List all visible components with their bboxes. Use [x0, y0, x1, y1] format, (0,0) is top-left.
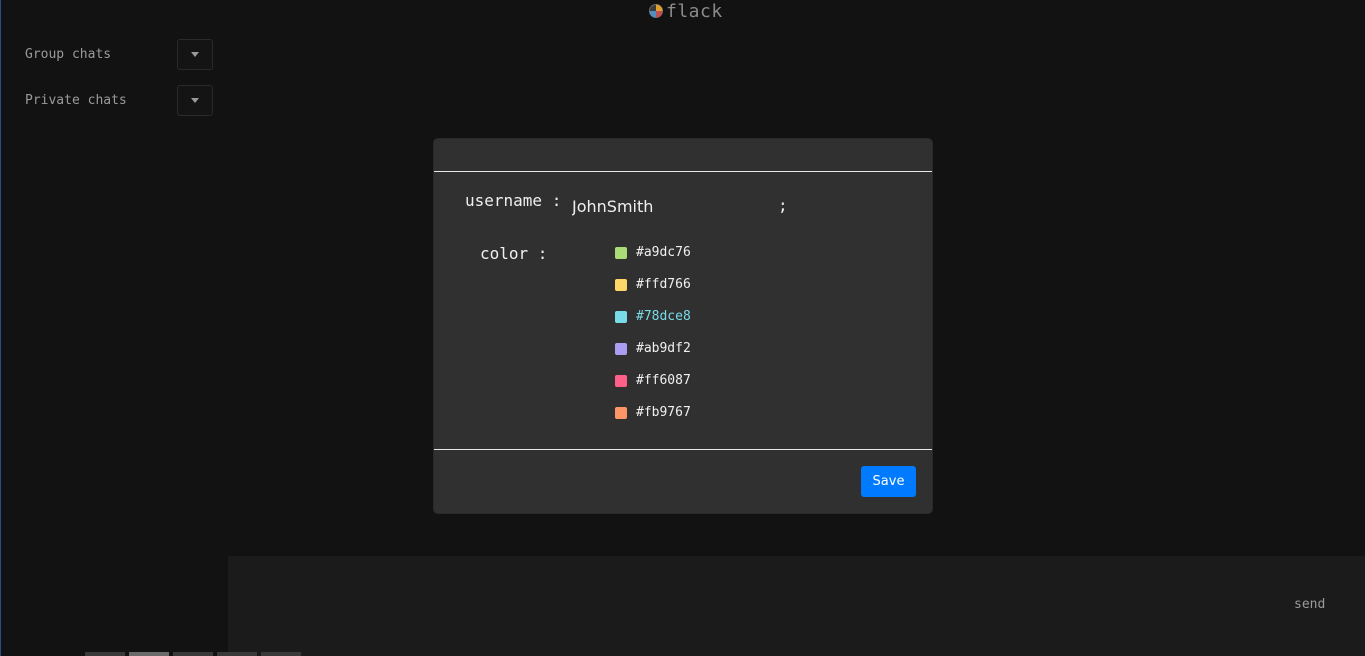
- modal-body: username : ; color : #a9dc76 #ffd766 #78…: [434, 172, 932, 450]
- color-name: #ab9df2: [636, 341, 691, 356]
- color-name: #ff6087: [636, 373, 691, 388]
- bottom-tab[interactable]: [217, 652, 257, 656]
- message-composer[interactable]: [228, 556, 1365, 656]
- modal-header: [434, 139, 932, 172]
- username-input[interactable]: [568, 195, 781, 217]
- username-label: username :: [465, 191, 562, 210]
- color-name: #a9dc76: [636, 245, 691, 260]
- color-label: color :: [480, 244, 548, 263]
- color-swatch: [615, 311, 627, 323]
- sidebar-item-private-chats: Private chats: [25, 84, 213, 116]
- private-chats-label: Private chats: [25, 92, 127, 108]
- color-option[interactable]: #78dce8: [615, 307, 691, 339]
- app-logo: flack: [648, 0, 723, 22]
- private-chats-toggle-button[interactable]: [177, 84, 213, 116]
- modal-footer: Save: [434, 450, 932, 513]
- group-chats-label: Group chats: [25, 46, 112, 62]
- color-option[interactable]: #ff6087: [615, 371, 691, 403]
- caret-down-icon: [191, 51, 199, 57]
- caret-down-icon: [191, 97, 199, 103]
- bottom-tab-strip: [85, 652, 301, 656]
- group-chats-toggle-button[interactable]: [177, 38, 213, 70]
- color-option[interactable]: #ab9df2: [615, 339, 691, 371]
- color-option-list: #a9dc76 #ffd766 #78dce8 #ab9df2 #ff6087 …: [615, 243, 691, 435]
- color-option[interactable]: #a9dc76: [615, 243, 691, 275]
- color-swatch: [615, 407, 627, 419]
- color-swatch: [615, 247, 627, 259]
- app-title: flack: [666, 0, 723, 22]
- color-name: #ffd766: [636, 277, 691, 292]
- color-swatch: [615, 375, 627, 387]
- bottom-tab[interactable]: [173, 652, 213, 656]
- save-button[interactable]: Save: [861, 466, 916, 497]
- color-name: #fb9767: [636, 405, 691, 420]
- color-name: #78dce8: [636, 309, 691, 324]
- color-swatch: [615, 279, 627, 291]
- bottom-tab[interactable]: [261, 652, 301, 656]
- username-terminator: ;: [778, 196, 788, 215]
- profile-settings-modal: username : ; color : #a9dc76 #ffd766 #78…: [434, 139, 932, 513]
- color-option[interactable]: #ffd766: [615, 275, 691, 307]
- color-swatch: [615, 343, 627, 355]
- sidebar: Group chats Private chats: [1, 0, 228, 656]
- logo-icon: [649, 4, 663, 18]
- send-button[interactable]: send: [1294, 597, 1325, 612]
- sidebar-item-group-chats: Group chats: [25, 38, 213, 70]
- bottom-tab[interactable]: [129, 652, 169, 656]
- color-option[interactable]: #fb9767: [615, 403, 691, 435]
- bottom-tab[interactable]: [85, 652, 125, 656]
